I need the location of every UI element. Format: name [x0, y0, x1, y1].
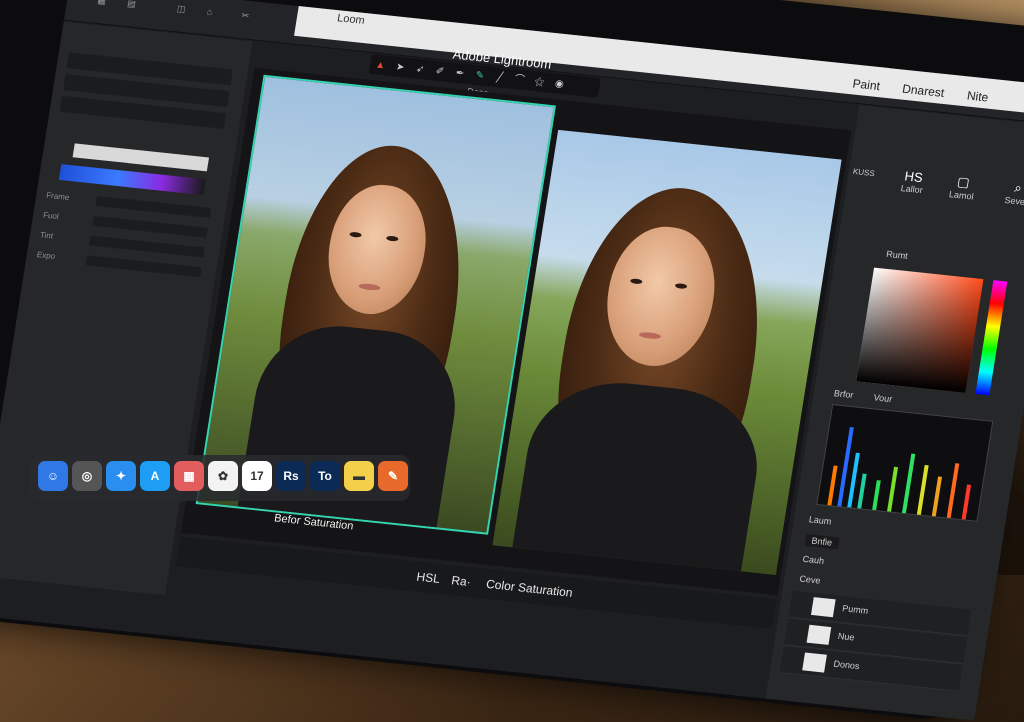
slider-track[interactable]	[95, 195, 212, 218]
mask-tool-icon[interactable]: ◉	[548, 74, 571, 96]
menu-icon-4[interactable]: ⌂	[206, 7, 213, 17]
hsl-label[interactable]: HSL	[416, 570, 441, 586]
preview-icon[interactable]: ▦	[174, 461, 204, 491]
kuss-label: KUSS	[852, 166, 876, 179]
layer-name: Pumm	[841, 603, 870, 616]
jacket	[236, 318, 467, 535]
photo-compare-area: Befor Saturation	[180, 67, 852, 596]
after-photo[interactable]	[492, 129, 842, 576]
status-item-2[interactable]: Dnarest	[901, 82, 945, 100]
ceve-label: Ceve	[798, 573, 822, 586]
title-fragment: Loom	[336, 12, 366, 27]
slider-track[interactable]	[88, 235, 205, 258]
layer-thumbnail	[806, 624, 832, 645]
slider-label: Tint	[39, 230, 54, 241]
slider-track[interactable]	[85, 255, 202, 278]
slider-label: Fuol	[42, 210, 60, 222]
status-item-3[interactable]: Nite	[966, 88, 989, 104]
histogram	[816, 403, 994, 522]
notes-icon[interactable]: ▬	[344, 461, 374, 491]
lightroom-window: ▦ ▤ ◫ ⌂ ✂ Loom Paint Dnarest Nite Adobe …	[0, 0, 1024, 721]
menu-icon-1[interactable]: ▦	[97, 0, 107, 7]
photos-icon[interactable]: ✿	[208, 461, 238, 491]
histogram-bar	[827, 465, 838, 506]
search-tool[interactable]: ⌕ Sevet	[995, 178, 1024, 208]
dock: ☺ ◎ ✦ A ▦ ✿ 17 Rs To ▬ ✎	[30, 455, 410, 501]
menu-icon-3[interactable]: ◫	[176, 3, 186, 15]
layer-thumbnail	[810, 597, 836, 618]
calendar-icon[interactable]: 17	[242, 461, 272, 491]
histogram-label: Brfor	[833, 388, 855, 401]
finder-icon[interactable]: ☺	[38, 461, 68, 491]
histogram-label-2: Vour	[872, 392, 893, 405]
histogram-bar	[961, 484, 972, 520]
to-icon[interactable]: To	[310, 461, 340, 491]
swatch-label: Rumt	[885, 248, 909, 262]
menu-icon-2[interactable]: ▤	[126, 0, 137, 10]
histogram-bar	[872, 480, 881, 511]
layer-name: Donos	[832, 658, 861, 672]
slider-label: Expo	[36, 250, 56, 261]
appstore-icon[interactable]: A	[140, 461, 170, 491]
safari-icon[interactable]: ✦	[106, 461, 136, 491]
histogram-bar	[916, 464, 929, 515]
layer-thumbnail	[802, 652, 827, 673]
launchpad-icon[interactable]: ◎	[72, 461, 102, 491]
hs-tool[interactable]: HS Lallor	[891, 167, 935, 196]
lamol-tool[interactable]: ▢ Lamol	[941, 172, 985, 202]
histogram-bar	[931, 476, 943, 517]
layers-label: Laum	[808, 514, 833, 527]
pages-icon[interactable]: ✎	[378, 461, 408, 491]
histogram-bar	[946, 463, 960, 518]
blend-dropdown[interactable]: Bnfie	[804, 534, 839, 550]
slider-label: Frame	[45, 190, 71, 203]
color-picker[interactable]	[856, 267, 984, 393]
status-item-1[interactable]: Paint	[852, 76, 881, 93]
menu-icon-5[interactable]: ✂	[241, 10, 250, 22]
separator-label: Ra·	[450, 573, 472, 590]
photoshop-icon[interactable]: Rs	[276, 461, 306, 491]
after-caption: Color Saturation	[485, 576, 574, 600]
layer-name: Nue	[837, 630, 856, 643]
histogram-bar	[887, 466, 899, 512]
slider-track[interactable]	[92, 215, 209, 238]
search-label: Sevet	[1003, 194, 1024, 208]
cauh-label: Cauh	[801, 553, 825, 566]
histogram-bar	[857, 473, 867, 509]
histogram-bar	[901, 453, 916, 514]
